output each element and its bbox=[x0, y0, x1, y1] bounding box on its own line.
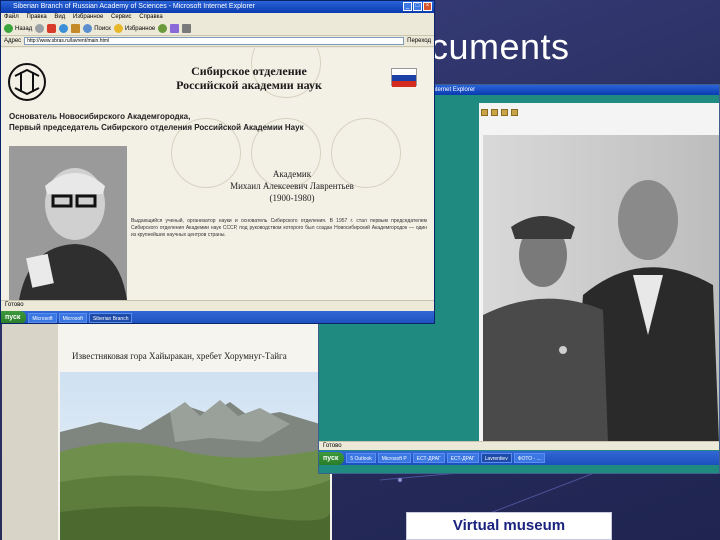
photo-window-statusbar: Готово bbox=[319, 441, 719, 450]
taskbar-item[interactable]: Microsoft bbox=[58, 312, 87, 323]
taskbar-item[interactable]: ЕСТ-ДРАГ bbox=[412, 453, 445, 463]
minimize-icon[interactable]: _ bbox=[403, 2, 412, 11]
menu-edit[interactable]: Правка bbox=[26, 14, 46, 20]
search-icon bbox=[83, 24, 93, 33]
taskbar-item[interactable]: ФОТО - ... bbox=[513, 453, 545, 463]
back-arrow-icon bbox=[4, 24, 13, 33]
photo-window-taskbar: пуск 5 Outlook Microsoft P ЕСТ-ДРАГ ЕСТ-… bbox=[319, 451, 719, 465]
address-input[interactable]: http://www.sbras.ru/lavrent/main.html bbox=[24, 37, 405, 45]
save-icon[interactable] bbox=[481, 109, 488, 116]
slide-title: cuments bbox=[430, 26, 570, 67]
organization-name: Сибирское отделение Российской академии … bbox=[176, 64, 322, 92]
taskbar-item[interactable]: ЕСТ-ДРАГ bbox=[446, 453, 479, 463]
print-icon[interactable] bbox=[491, 109, 498, 116]
taskbar-item[interactable]: Lavrentiev bbox=[480, 453, 512, 463]
history-icon[interactable] bbox=[158, 24, 168, 33]
start-button[interactable]: пуск bbox=[1, 311, 27, 323]
star-icon bbox=[113, 24, 123, 33]
taskbar-item[interactable]: Microsoft bbox=[28, 312, 57, 323]
lavrentiev-portrait bbox=[9, 146, 127, 300]
go-button[interactable]: Переход bbox=[407, 38, 431, 44]
browser-taskbar: пуск Microsoft Microsoft Siberian Branch bbox=[1, 311, 434, 323]
landscape-photo bbox=[60, 372, 330, 540]
refresh-icon[interactable] bbox=[59, 24, 69, 33]
mail-icon[interactable] bbox=[501, 109, 508, 116]
browser-toolbar: Назад Поиск Избранное bbox=[1, 22, 434, 36]
menu-tools[interactable]: Сервис bbox=[111, 14, 132, 20]
menu-bar: Файл Правка Вид Избранное Сервис Справка bbox=[1, 13, 434, 22]
print-icon[interactable] bbox=[182, 24, 192, 33]
academician-caption: Академик Михаил Алексеевич Лаврентьев (1… bbox=[230, 169, 354, 203]
menu-favorites[interactable]: Избранное bbox=[73, 14, 103, 20]
menu-file[interactable]: Файл bbox=[4, 14, 19, 20]
favorites-button[interactable]: Избранное bbox=[113, 24, 155, 33]
sbras-logo bbox=[8, 63, 46, 101]
address-label: Адрес bbox=[4, 38, 22, 44]
menu-view[interactable]: Вид bbox=[54, 14, 65, 20]
folder-icon[interactable] bbox=[511, 109, 518, 116]
home-icon[interactable] bbox=[71, 24, 81, 33]
virtual-museum-label: Virtual museum bbox=[406, 512, 612, 540]
founder-heading: Основатель Новосибирского Академгородка,… bbox=[9, 112, 304, 132]
historical-photo bbox=[483, 135, 719, 443]
taskbar-item[interactable]: 5 Outlook bbox=[346, 453, 376, 463]
mail-icon[interactable] bbox=[170, 24, 180, 33]
taskbar-item[interactable]: Siberian Branch bbox=[88, 312, 133, 323]
taskbar-item[interactable]: Microsoft P bbox=[377, 453, 411, 463]
menu-help[interactable]: Справка bbox=[139, 14, 163, 20]
web-page: Сибирское отделение Российской академии … bbox=[1, 48, 434, 300]
biography-text: Выдающийся ученый, организатор науки и о… bbox=[131, 218, 427, 238]
viewer-toolbar bbox=[481, 109, 518, 116]
landscape-caption: Известняковая гора Хайыракан, хребет Хор… bbox=[72, 351, 287, 361]
stop-icon[interactable] bbox=[47, 24, 57, 33]
back-button[interactable]: Назад bbox=[4, 24, 32, 33]
russia-flag-icon[interactable] bbox=[391, 68, 417, 87]
start-button[interactable]: пуск bbox=[319, 451, 345, 465]
close-icon[interactable]: × bbox=[423, 2, 432, 11]
maximize-icon[interactable]: □ bbox=[413, 2, 422, 11]
forward-arrow-icon[interactable] bbox=[35, 24, 45, 33]
browser-title: Siberian Branch of Russian Academy of Sc… bbox=[13, 3, 255, 10]
address-bar: Адрес http://www.sbras.ru/lavrent/main.h… bbox=[1, 36, 434, 47]
browser-titlebar[interactable]: Siberian Branch of Russian Academy of Sc… bbox=[1, 1, 434, 13]
browser-statusbar: Готово bbox=[1, 300, 434, 309]
search-button[interactable]: Поиск bbox=[83, 24, 111, 33]
browser-window[interactable]: Siberian Branch of Russian Academy of Sc… bbox=[0, 0, 435, 324]
